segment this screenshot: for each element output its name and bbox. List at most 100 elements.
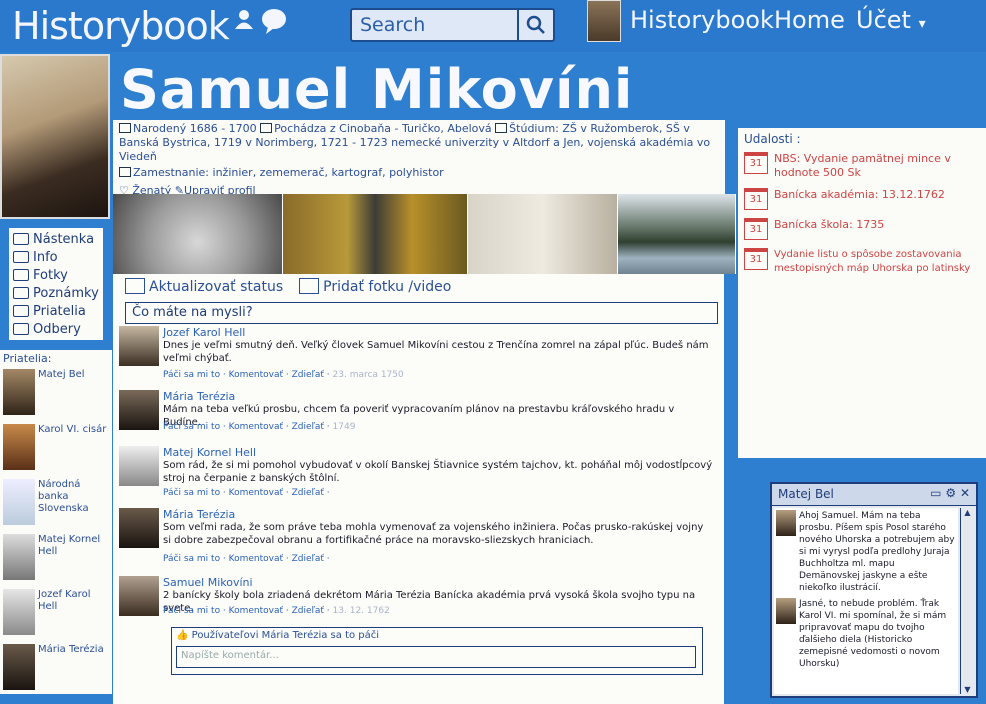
menu-item-wall[interactable]: Nástenka <box>13 230 99 248</box>
friend-item[interactable]: Matej Bel <box>3 369 109 419</box>
post-author[interactable]: Matej Kornel Hell <box>163 446 256 459</box>
post-actions[interactable]: Páči sa mi to · Komentovať · Zdieľať · 2… <box>163 370 404 380</box>
chat-message: Ahoj Samuel. Mám na teba prosbu. Píšem s… <box>776 510 956 594</box>
post-actions-text[interactable]: Páči sa mi to · Komentovať · Zdieľať · <box>163 606 330 616</box>
minimize-icon[interactable]: ▭ <box>930 486 941 500</box>
search-input[interactable]: Search <box>360 14 425 36</box>
menu-item-friends[interactable]: Priatelia <box>13 302 99 320</box>
event-text[interactable]: Vydanie listu o spôsobe zostavovania mes… <box>774 248 980 276</box>
friend-item[interactable]: Mária Terézia <box>3 644 109 694</box>
friend-name[interactable]: Matej Bel <box>38 369 85 381</box>
post-actions[interactable]: Páči sa mi to · Komentovať · Zdieľať · <box>163 488 330 498</box>
post-avatar[interactable] <box>119 390 159 430</box>
event-item[interactable]: 31 NBS: Vydanie pamätnej mince v hodnote … <box>744 152 980 180</box>
menu-item-info[interactable]: Info <box>13 248 99 266</box>
update-status-button[interactable]: Aktualizovať status <box>125 278 283 295</box>
message-text: Jasné, to nebude problém. Ťrak Karol VI.… <box>799 599 947 669</box>
event-text[interactable]: NBS: Vydanie pamätnej mince v hodnote 50… <box>774 152 980 180</box>
post-text: Som rád, že si mi pomohol vybudovať v ok… <box>163 460 713 484</box>
post-avatar[interactable] <box>119 326 159 366</box>
chat-controls[interactable]: ▭ ⚙ ✕ <box>930 486 970 500</box>
post-actions-text[interactable]: Páči sa mi to · Komentovať · Zdieľať · <box>163 422 330 432</box>
search-button[interactable] <box>517 10 553 40</box>
search-icon <box>526 15 545 34</box>
post-actions-text[interactable]: Páči sa mi to · Komentovať · Zdieľať · <box>163 554 330 564</box>
lake-photo[interactable] <box>618 194 736 274</box>
friend-name[interactable]: Národná banka Slovenska <box>38 479 109 515</box>
friend-item[interactable]: Matej Kornel Hell <box>3 534 109 584</box>
post-actions[interactable]: Páči sa mi to · Komentovať · Zdieľať · 1… <box>163 422 355 432</box>
chat-header[interactable]: Matej Bel ▭ ⚙ ✕ <box>772 484 976 506</box>
profile-link[interactable]: Historybook <box>630 6 774 34</box>
chat-scrollbar[interactable]: ▲ ▼ <box>960 508 974 694</box>
event-text[interactable]: Banícka akadémia: 13.12.1762 <box>774 188 945 202</box>
event-item[interactable]: 31 Banícka akadémia: 13.12.1762 <box>744 188 980 210</box>
drawing-photo[interactable] <box>468 194 618 274</box>
pencil-icon <box>125 278 145 294</box>
friend-avatar[interactable] <box>3 534 35 580</box>
coin-photo[interactable] <box>113 194 283 274</box>
friend-avatar[interactable] <box>3 479 35 525</box>
statue-photo[interactable] <box>283 194 468 274</box>
profile-picture[interactable] <box>0 54 110 219</box>
app-logo[interactable]: Historybook <box>12 4 230 48</box>
search-bar[interactable]: Search <box>350 8 555 42</box>
chat-window: Matej Bel ▭ ⚙ ✕ Ahoj Samuel. Mám na teba… <box>770 482 978 698</box>
gear-icon[interactable]: ⚙ <box>945 486 956 500</box>
post-author[interactable]: Samuel Mikovíni <box>163 576 253 589</box>
post: Mária Terézia Mám na teba veľkú prosbu, … <box>119 390 719 440</box>
menu-label: Nástenka <box>33 231 95 247</box>
friend-avatar[interactable] <box>3 369 35 415</box>
home-link[interactable]: Home <box>774 6 845 34</box>
menu-item-subscriptions[interactable]: Odbery <box>13 320 99 338</box>
user-avatar[interactable] <box>587 0 621 42</box>
add-photo-button[interactable]: Pridať fotku /video <box>299 278 451 295</box>
post-author[interactable]: Mária Terézia <box>163 390 235 403</box>
thumbs-up-icon: 👍 <box>176 630 189 641</box>
calendar-icon: 31 <box>744 248 768 270</box>
comment-input[interactable]: Napíšte komentár... <box>176 646 696 668</box>
scroll-down-icon[interactable]: ▼ <box>961 685 974 694</box>
briefcase-icon <box>119 167 131 177</box>
post-avatar[interactable] <box>119 446 159 486</box>
post-avatar[interactable] <box>119 508 159 548</box>
friend-name[interactable]: Karol VI. cisár <box>38 424 106 436</box>
menu-item-photos[interactable]: Fotky <box>13 266 99 284</box>
status-input[interactable]: Čo máte na mysli? <box>125 302 718 324</box>
post-author[interactable]: Jozef Karol Hell <box>163 326 245 339</box>
menu-item-notes[interactable]: Poznámky <box>13 284 99 302</box>
friend-item[interactable]: Karol VI. cisár <box>3 424 109 474</box>
account-label: Účet <box>856 6 911 34</box>
friend-item[interactable]: Jozef Karol Hell <box>3 589 109 639</box>
origin-text: Pochádza z Cinobaňa - Turičko, Abelová <box>274 122 492 135</box>
menu-label: Priatelia <box>33 303 86 319</box>
school-icon <box>495 123 508 133</box>
event-item[interactable]: 31 Vydanie listu o spôsobe zostavovania m… <box>744 248 980 276</box>
event-item[interactable]: 31 Banícka škola: 1735 <box>744 218 980 240</box>
message-avatar <box>776 598 796 624</box>
chat-icons[interactable] <box>232 8 288 34</box>
notes-icon <box>13 287 29 299</box>
chat-message: Jasné, to nebude problém. Ťrak Karol VI.… <box>776 598 956 670</box>
friends-icon[interactable] <box>232 8 256 30</box>
message-bubble-icon[interactable] <box>260 8 288 34</box>
friend-avatar[interactable] <box>3 644 35 690</box>
scroll-up-icon[interactable]: ▲ <box>961 508 974 517</box>
post-author[interactable]: Mária Terézia <box>163 508 235 521</box>
friend-item[interactable]: Národná banka Slovenska <box>3 479 109 529</box>
friend-avatar[interactable] <box>3 424 35 470</box>
post-avatar[interactable] <box>119 576 159 616</box>
friend-name[interactable]: Mária Terézia <box>38 644 104 656</box>
account-menu[interactable]: Účet ▾ <box>856 6 926 34</box>
friend-name[interactable]: Jozef Karol Hell <box>38 589 109 613</box>
post-actions-text[interactable]: Páči sa mi to · Komentovať · Zdieľať · <box>163 488 330 498</box>
camera-icon <box>299 278 320 294</box>
message-text: Ahoj Samuel. Mám na teba prosbu. Píšem s… <box>799 511 955 593</box>
event-text[interactable]: Banícka škola: 1735 <box>774 218 884 232</box>
post-actions[interactable]: Páči sa mi to · Komentovať · Zdieľať · 1… <box>163 606 390 616</box>
friend-name[interactable]: Matej Kornel Hell <box>38 534 109 558</box>
friend-avatar[interactable] <box>3 589 35 635</box>
close-icon[interactable]: ✕ <box>960 486 970 500</box>
post-actions[interactable]: Páči sa mi to · Komentovať · Zdieľať · <box>163 554 330 564</box>
post-actions-text[interactable]: Páči sa mi to · Komentovať · Zdieľať · <box>163 370 330 380</box>
